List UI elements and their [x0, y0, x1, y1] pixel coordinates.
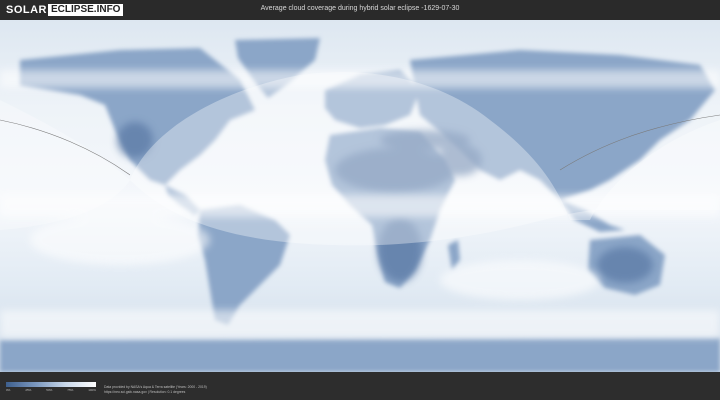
- antarctica: [0, 338, 720, 372]
- legend-gradient: [6, 382, 96, 387]
- legend-tick: 50%: [46, 388, 53, 392]
- map-title: Average cloud coverage during hybrid sol…: [260, 5, 460, 12]
- legend-tick: 100%: [88, 388, 96, 392]
- page: SOLAR ECLIPSE.INFO Average cloud coverag…: [0, 0, 720, 400]
- header-bar: SOLAR ECLIPSE.INFO Average cloud coverag…: [0, 0, 720, 20]
- legend-tick: 75%: [67, 388, 74, 392]
- world-map-svg: [0, 20, 720, 372]
- legend-ticks: 0% 25% 50% 75% 100%: [6, 388, 96, 392]
- cloud-legend: 0% 25% 50% 75% 100%: [6, 382, 96, 392]
- cloud-coverage-map[interactable]: [0, 20, 720, 372]
- credit-line-2: https://neo.sci.gsfc.nasa.gov | Resoluti…: [104, 390, 186, 394]
- legend-tick: 0%: [6, 388, 11, 392]
- legend-tick: 25%: [25, 388, 32, 392]
- data-credits: Data provided by NASA's Aqua & Terra sat…: [104, 385, 207, 395]
- footer-bar: 0% 25% 50% 75% 100% Data provided by NAS…: [0, 372, 720, 400]
